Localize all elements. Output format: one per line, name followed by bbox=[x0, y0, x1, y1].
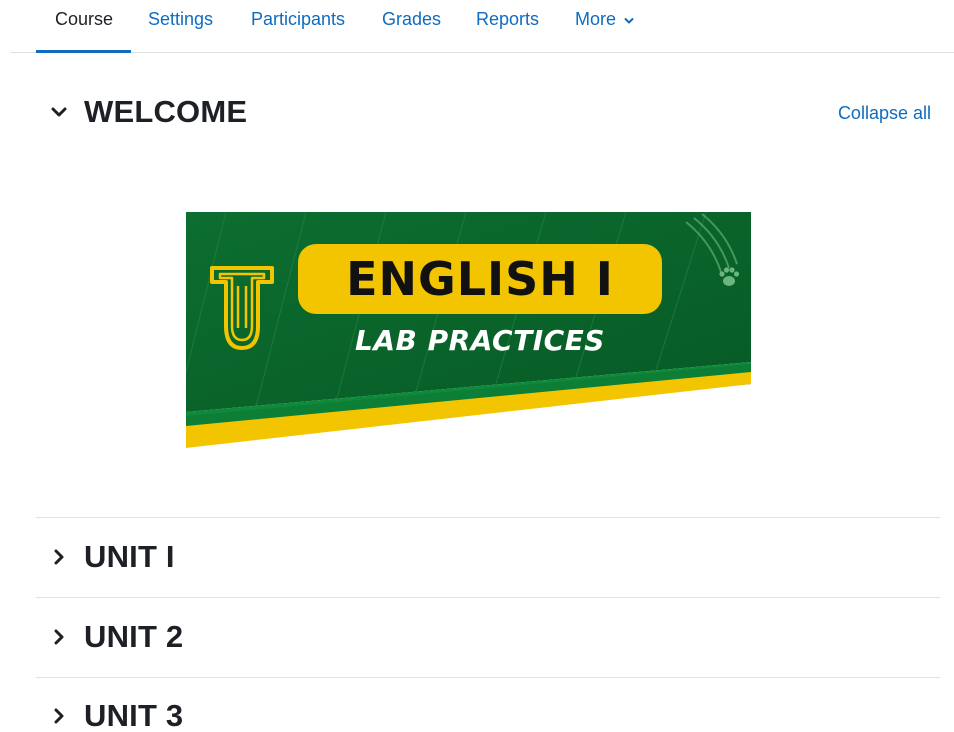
section-divider bbox=[36, 517, 940, 518]
section-title-welcome: WELCOME bbox=[84, 94, 248, 129]
section-title-unit-2: UNIT 2 bbox=[84, 619, 184, 654]
tab-grades[interactable]: Grades bbox=[382, 0, 441, 53]
section-title-unit-3: UNIT 3 bbox=[84, 698, 184, 732]
section-divider bbox=[36, 597, 940, 598]
paw-print-icon bbox=[716, 264, 742, 290]
section-toggle-welcome[interactable]: WELCOME bbox=[48, 92, 247, 132]
course-page: Course Settings Participants Grades Repo… bbox=[0, 0, 954, 732]
chevron-down-icon bbox=[624, 0, 634, 38]
chevron-down-icon bbox=[48, 101, 70, 123]
tab-reports-label: Reports bbox=[476, 9, 540, 29]
tab-settings[interactable]: Settings bbox=[148, 0, 213, 53]
chevron-right-icon bbox=[48, 546, 70, 568]
tab-reports[interactable]: Reports bbox=[476, 0, 539, 53]
tab-settings-label: Settings bbox=[148, 9, 214, 29]
collapse-all-link[interactable]: Collapse all bbox=[838, 103, 931, 124]
section-toggle-unit-3[interactable]: UNIT 3 bbox=[48, 696, 183, 732]
banner-subtitle: LAB PRACTICES bbox=[355, 324, 605, 357]
section-title-unit-1: UNIT I bbox=[84, 539, 175, 574]
tab-course[interactable]: Course bbox=[55, 0, 113, 53]
tab-participants-label: Participants bbox=[251, 9, 346, 29]
section-toggle-unit-2[interactable]: UNIT 2 bbox=[48, 617, 183, 657]
section-divider bbox=[36, 677, 940, 678]
university-logo-icon bbox=[208, 264, 276, 352]
tab-course-label: Course bbox=[55, 9, 114, 29]
tab-more[interactable]: More bbox=[575, 0, 634, 53]
chevron-right-icon bbox=[48, 705, 70, 727]
tab-grades-label: Grades bbox=[382, 9, 442, 29]
course-banner-image: ENGLISH I LAB PRACTICES bbox=[186, 212, 751, 448]
active-tab-indicator bbox=[36, 50, 131, 53]
secondary-navigation: Course Settings Participants Grades Repo… bbox=[10, 0, 954, 53]
chevron-right-icon bbox=[48, 626, 70, 648]
banner-title: ENGLISH I bbox=[298, 244, 662, 314]
tab-more-label: More bbox=[575, 9, 617, 29]
tab-participants[interactable]: Participants bbox=[251, 0, 345, 53]
section-toggle-unit-1[interactable]: UNIT I bbox=[48, 537, 175, 577]
